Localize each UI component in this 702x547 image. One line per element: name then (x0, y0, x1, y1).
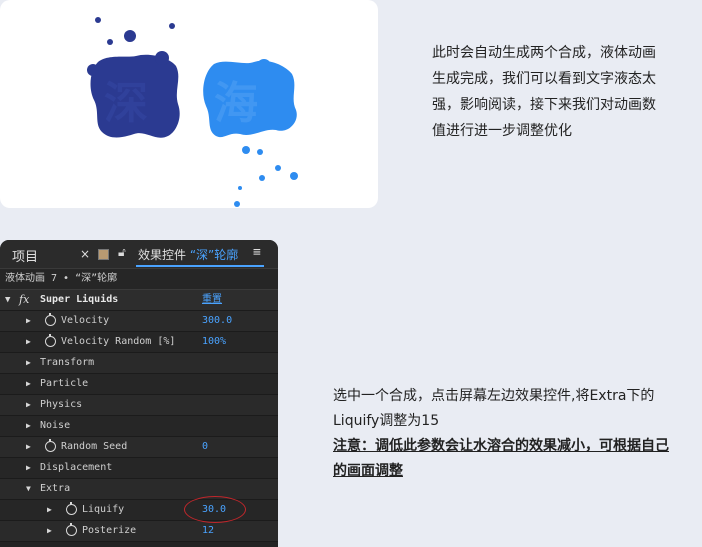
liquid-text-preview: 深 海 (87, 17, 298, 207)
property-label: Liquify (82, 504, 125, 515)
close-icon[interactable]: × (80, 247, 90, 261)
svg-text:深: 深 (104, 78, 148, 129)
property-label: Velocity Random [%] (61, 336, 176, 347)
property-value[interactable]: 0 (202, 437, 208, 457)
property-row-random-seed[interactable]: ▶ Random Seed 0 (0, 437, 278, 458)
effect-name: Super Liquids (40, 294, 119, 305)
expand-triangle-icon[interactable]: ▶ (26, 395, 31, 415)
highlight-ellipse (184, 496, 246, 523)
expand-triangle-icon[interactable]: ▶ (26, 332, 31, 352)
lock-icon[interactable]: 🔓︎ (118, 245, 126, 260)
collapse-triangle-icon[interactable]: ▼ (5, 290, 10, 310)
preview-card: 深 海 (0, 0, 378, 208)
property-label: Velocity (61, 315, 110, 326)
group-row-particle[interactable]: ▶ Particle (0, 374, 278, 395)
active-tab-indicator (136, 265, 264, 267)
expand-triangle-icon[interactable]: ▶ (26, 353, 31, 373)
tab-effect-controls-label: 效果控件 (138, 248, 187, 262)
property-value[interactable]: 300.0 (202, 311, 232, 331)
liquid-glyph-right: 海 (203, 59, 298, 207)
group-row-displacement[interactable]: ▶ Displacement (0, 458, 278, 479)
group-row-noise[interactable]: ▶ Noise (0, 416, 278, 437)
svg-text:海: 海 (214, 78, 258, 129)
stopwatch-icon[interactable] (45, 334, 56, 347)
instruction-note: 注意：调低此参数会让水溶合的效果减小，可根据自己的画面调整 (333, 438, 669, 479)
property-label: Random Seed (61, 441, 128, 452)
collapse-triangle-icon[interactable]: ▼ (26, 479, 31, 499)
property-value[interactable]: 12 (202, 521, 214, 541)
group-label: Particle (40, 378, 89, 389)
property-row-velocity[interactable]: ▶ Velocity 300.0 (0, 311, 278, 332)
property-label: Posterize (82, 525, 137, 536)
expand-triangle-icon[interactable]: ▶ (26, 458, 31, 478)
stopwatch-icon[interactable] (66, 523, 77, 536)
property-row-posterize[interactable]: ▶ Posterize 12 (0, 521, 278, 542)
group-row-transform[interactable]: ▶ Transform (0, 353, 278, 374)
fx-icon[interactable]: fx (19, 290, 29, 310)
group-label: Transform (40, 357, 95, 368)
effect-header-row[interactable]: ▼ fx Super Liquids 重置 (0, 290, 278, 311)
reset-link[interactable]: 重置 (202, 290, 222, 310)
tab-effect-controls[interactable]: 效果控件 “深”轮廓 (138, 246, 238, 263)
property-value[interactable]: 100% (202, 332, 226, 352)
stopwatch-icon[interactable] (66, 502, 77, 515)
instruction-step: 选中一个合成，点击屏幕左边效果控件,将Extra下的Liquify调整为15 (333, 388, 655, 429)
group-label: Extra (40, 483, 71, 494)
group-label: Physics (40, 399, 83, 410)
group-row-physics[interactable]: ▶ Physics (0, 395, 278, 416)
group-label: Displacement (40, 462, 113, 473)
group-label: Noise (40, 420, 71, 431)
tab-project[interactable]: 项目 (12, 246, 38, 265)
expand-triangle-icon[interactable]: ▶ (47, 521, 52, 541)
property-row-velocity-random[interactable]: ▶ Velocity Random [%] 100% (0, 332, 278, 353)
group-row-extra[interactable]: ▼ Extra (0, 479, 278, 500)
expand-triangle-icon[interactable]: ▶ (26, 374, 31, 394)
expand-triangle-icon[interactable]: ▶ (26, 311, 31, 331)
instruction-paragraph-1: 此时会自动生成两个合成，液体动画生成完成，我们可以看到文字液态太强，影响阅读，接… (432, 45, 656, 139)
panel-tab-bar: 项目 × 🔓︎ 效果控件 “深”轮廓 ≡ (0, 240, 278, 269)
expand-triangle-icon[interactable]: ▶ (47, 500, 52, 520)
tab-effect-target: “深”轮廓 (189, 248, 239, 262)
liquid-glyph-left: 深 (87, 17, 180, 138)
expand-triangle-icon[interactable]: ▶ (26, 437, 31, 457)
stopwatch-icon[interactable] (45, 313, 56, 326)
expand-triangle-icon[interactable]: ▶ (26, 416, 31, 436)
color-swatch-icon (98, 249, 109, 260)
instruction-paragraph-2: 选中一个合成，点击屏幕左边效果控件,将Extra下的Liquify调整为15 注… (333, 384, 678, 484)
panel-menu-icon[interactable]: ≡ (253, 245, 261, 260)
stopwatch-icon[interactable] (45, 439, 56, 452)
breadcrumb: 液体动画 7 • “深”轮廓 (0, 269, 278, 290)
